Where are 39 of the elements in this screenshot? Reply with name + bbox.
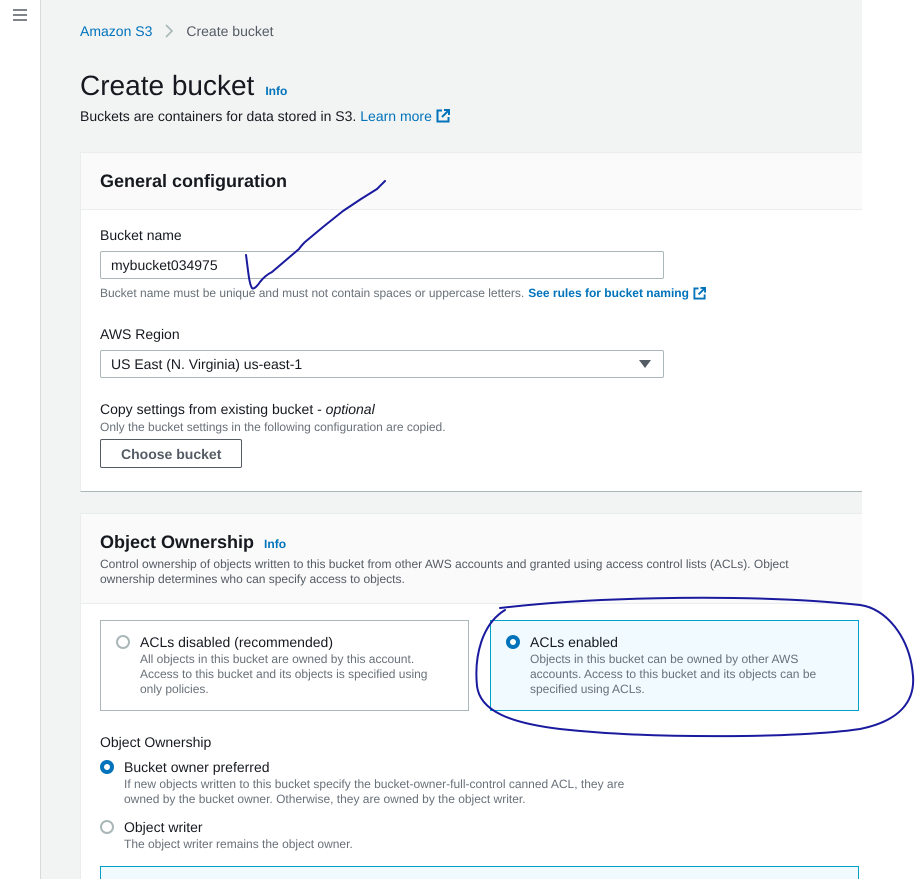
section-title: General configuration: [100, 170, 288, 193]
radio-button[interactable]: [506, 635, 520, 649]
breadcrumb-link[interactable]: Amazon S3: [80, 21, 152, 41]
option-tile[interactable]: ACLs enabled Objects in this bucket can be owned by other AWS accounts. Access to this bucket and its objects can be specified using ACLs.: [490, 620, 859, 711]
option-description: If new objects written to this bucket specify the bucket-owner-full-control canned ACL, they are owned by the bucket owner. Otherwise, they are owned by the object writer.: [124, 777, 626, 807]
option-title: Object writer: [124, 818, 204, 837]
option-tile[interactable]: ACLs disabled (recommended) All objects in this bucket are owned by this account. Access to this bucket and its objects is specified using only policies.: [100, 620, 469, 711]
external-link-icon[interactable]: [692, 286, 706, 300]
choose-bucket-button[interactable]: Choose bucket: [100, 439, 242, 468]
learn-more-link[interactable]: Learn more: [360, 106, 432, 126]
field-label: AWS Region: [100, 325, 180, 344]
info-link[interactable]: Info: [264, 537, 286, 551]
field-label: Copy settings from existing bucket - optional: [100, 400, 375, 419]
field-label: Bucket name: [100, 226, 182, 245]
section-description: Control ownership of objects written to this bucket from other AWS accounts and granted using access control lists (ACLs). Object ownership determines who can specify access to objects.: [100, 557, 790, 587]
chevron-right-icon: [165, 24, 174, 38]
option-description: Objects in this bucket can be owned by other AWS accounts. Access to this bucket and its objects can be specified using ACLs.: [530, 652, 818, 697]
breadcrumb-current: Create bucket: [186, 22, 274, 41]
caret-down-icon: [639, 360, 651, 368]
field-label: Object Ownership: [100, 733, 212, 752]
option-title: ACLs enabled: [530, 633, 619, 652]
field-hint: Bucket name must be unique and must not contain spaces or uppercase letters.: [100, 285, 524, 301]
external-link-icon[interactable]: [436, 109, 450, 123]
option-description: The object writer remains the object owner.: [124, 837, 353, 852]
info-link[interactable]: Info: [265, 84, 288, 98]
section-title: Object Ownership: [100, 531, 254, 554]
radio-button[interactable]: [100, 760, 114, 774]
radio-button[interactable]: [100, 820, 114, 834]
radio-button[interactable]: [116, 635, 130, 649]
bucket-name-input[interactable]: mybucket034975: [100, 251, 664, 279]
region-select[interactable]: US East (N. Virginia) us-east-1: [100, 350, 664, 378]
menu-icon[interactable]: [13, 9, 27, 21]
option-title: ACLs disabled (recommended): [140, 633, 334, 652]
page-description: Buckets are containers for data stored in S3.: [80, 107, 356, 126]
page-title: Create bucket: [80, 69, 254, 103]
field-hint: Only the bucket settings in the following configuration are copied.: [100, 419, 446, 435]
option-title: Bucket owner preferred: [124, 758, 271, 777]
naming-rules-link[interactable]: See rules for bucket naming: [528, 285, 689, 301]
option-description: All objects in this bucket are owned by this account. Access to this bucket and its objects is specified using only policies.: [140, 652, 428, 697]
